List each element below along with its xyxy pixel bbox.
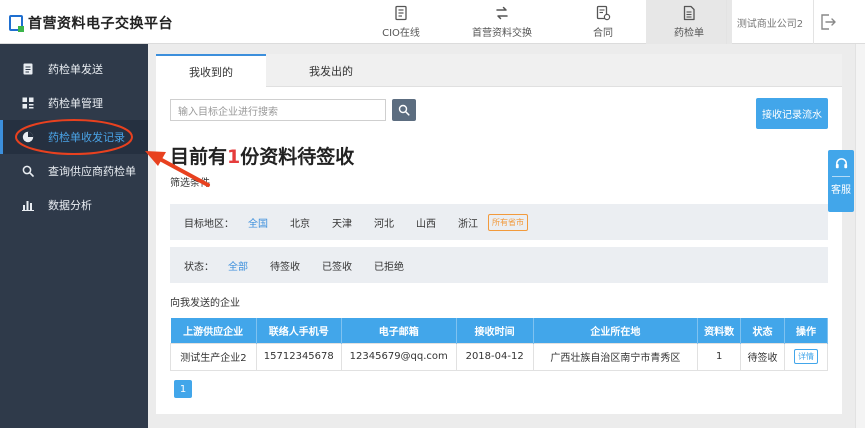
sidebar-item-manage[interactable]: 药检单管理: [0, 86, 148, 120]
page-headline: 目前有1份资料待签收: [170, 146, 355, 168]
topnav-label: 药检单: [674, 28, 704, 39]
detail-button[interactable]: 详情: [794, 349, 818, 364]
report-icon: [681, 5, 697, 21]
account-company[interactable]: 测试商业公司2: [726, 0, 814, 44]
sidebar-item-send[interactable]: 药检单发送: [0, 52, 148, 86]
region-option[interactable]: 浙江: [458, 215, 478, 230]
status-filter: 状态： 全部 待签收 已签收 已拒绝: [170, 247, 828, 283]
topnav-label: 合同: [593, 28, 613, 39]
topnav-exchange[interactable]: 首营资料交换: [444, 0, 560, 44]
region-option[interactable]: 天津: [332, 215, 352, 230]
sidebar-item-label: 查询供应商药检单: [48, 165, 136, 178]
status-option[interactable]: 已拒绝: [374, 258, 404, 273]
filter-title: 筛选条件: [170, 178, 210, 189]
table-cell: 15712345678: [255, 342, 342, 371]
sidebar-item-label: 数据分析: [48, 199, 92, 212]
table-cell: 2018-04-12: [455, 342, 534, 371]
search-button[interactable]: [392, 99, 416, 121]
sidebar-item-analysis[interactable]: 数据分析: [0, 188, 148, 222]
table-cell: 广西壮族自治区南宁市青秀区: [532, 342, 699, 371]
status-option[interactable]: 待签收: [270, 258, 300, 273]
topnav-cio-online[interactable]: CIO在线: [358, 0, 444, 44]
headset-icon: [835, 158, 847, 169]
table-cell: 待签收: [740, 342, 785, 371]
table-header-row: 上游供应企业 联络人手机号 电子邮箱 接收时间 企业所在地 资料数 状态 操作: [170, 318, 828, 343]
table-cell: 12345679@qq.com: [340, 342, 457, 371]
column-header[interactable]: 状态: [740, 318, 785, 343]
region-option[interactable]: 山西: [416, 215, 436, 230]
topnav-label: CIO在线: [382, 28, 420, 39]
region-filter: 目标地区： 全国 北京 天津 河北 山西 浙江 所有省市: [170, 204, 828, 240]
pending-count: 1: [227, 146, 241, 168]
topnav-contract[interactable]: 合同: [560, 0, 646, 44]
table-row: 测试生产企业2 15712345678 12345679@qq.com 2018…: [170, 342, 828, 371]
status-option[interactable]: 已签收: [322, 258, 352, 273]
column-header[interactable]: 企业所在地: [533, 318, 699, 343]
app-logo[interactable]: 首营资料电子交换平台: [9, 13, 173, 33]
customer-service-button[interactable]: 客服: [828, 150, 854, 212]
pagination-page[interactable]: 1: [174, 380, 192, 398]
topnav-label: 首营资料交换: [472, 28, 532, 39]
all-provinces-button[interactable]: 所有省市: [488, 213, 528, 231]
page-scrollbar[interactable]: [855, 44, 865, 428]
document-icon: [393, 5, 409, 21]
contract-icon: [595, 5, 611, 21]
status-filter-label: 状态：: [184, 261, 214, 273]
grid-icon: [22, 97, 34, 109]
divider: [832, 176, 850, 177]
column-header[interactable]: 资料数: [697, 318, 742, 343]
logout-icon[interactable]: [818, 12, 838, 32]
column-header[interactable]: 操作: [784, 318, 828, 343]
table-cell: 1: [697, 342, 742, 371]
sidebar-item-label: 药检单发送: [48, 63, 103, 76]
region-option[interactable]: 河北: [374, 215, 394, 230]
bar-chart-icon: [22, 199, 34, 211]
enterprise-table: 上游供应企业 联络人手机号 电子邮箱 接收时间 企业所在地 资料数 状态 操作 …: [170, 318, 828, 371]
main-panel: 我收到的 我发出的 输入目标企业进行搜索 接收记录流水 目前有1份资料待签收 筛…: [156, 54, 842, 414]
column-header[interactable]: 电子邮箱: [341, 318, 457, 343]
sidebar-item-label: 药检单管理: [48, 97, 103, 110]
search-icon: [22, 165, 34, 177]
topnav-report[interactable]: 药检单: [646, 0, 732, 44]
app-title: 首营资料电子交换平台: [28, 16, 173, 32]
file-icon: [22, 63, 34, 75]
search-input[interactable]: 输入目标企业进行搜索: [170, 99, 386, 121]
region-option[interactable]: 全国: [248, 215, 268, 230]
table-cell: 详情: [784, 342, 828, 371]
top-bar: 首营资料电子交换平台 CIO在线 首营资料交换 合同 药检单 测试商业公司2: [0, 0, 865, 44]
sidebar: 药检单发送 药检单管理 药检单收发记录 查询供应商药检单 数据分析: [0, 44, 148, 428]
table-cell: 测试生产企业2: [170, 342, 257, 371]
sidebar-item-records[interactable]: 药检单收发记录: [0, 120, 148, 154]
customer-service-label: 客服: [831, 185, 851, 196]
status-option[interactable]: 全部: [228, 258, 248, 273]
exchange-icon: [494, 5, 510, 21]
receive-records-button[interactable]: 接收记录流水: [756, 98, 828, 129]
search-icon: [398, 104, 410, 116]
logo-icon: [9, 15, 24, 32]
sidebar-item-label: 药检单收发记录: [48, 131, 125, 144]
column-header[interactable]: 联络人手机号: [256, 318, 342, 343]
column-header[interactable]: 上游供应企业: [170, 318, 257, 343]
region-filter-label: 目标地区：: [184, 218, 234, 230]
sidebar-item-query-supplier[interactable]: 查询供应商药检单: [0, 154, 148, 188]
tab-received[interactable]: 我收到的: [156, 54, 266, 88]
tab-bar: 我收到的 我发出的: [156, 54, 842, 88]
table-title: 向我发送的企业: [170, 298, 240, 309]
top-nav: CIO在线 首营资料交换 合同 药检单: [358, 0, 732, 44]
tab-sent[interactable]: 我发出的: [276, 54, 386, 87]
region-option[interactable]: 北京: [290, 215, 310, 230]
column-header[interactable]: 接收时间: [456, 318, 534, 343]
pie-chart-icon: [22, 131, 34, 143]
